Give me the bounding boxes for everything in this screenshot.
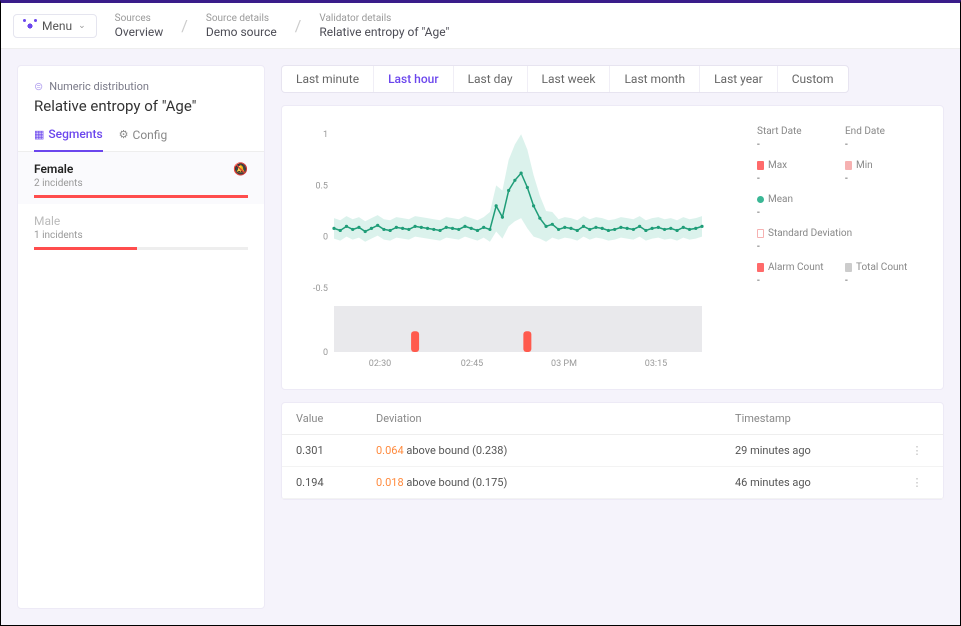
col-timestamp: Timestamp [735, 412, 905, 425]
segment-incidents: 2 incidents [34, 178, 248, 189]
time-tab-last-year[interactable]: Last year [700, 66, 778, 92]
cell-value: 0.194 [296, 476, 376, 489]
main-content: ⊜ Numeric distribution Relative entropy … [1, 49, 960, 625]
breadcrumb[interactable]: Sources Overview [115, 13, 164, 39]
app-logo-icon [24, 20, 36, 32]
stat-pip-icon [757, 196, 764, 203]
config-icon: ⚙ [119, 128, 129, 141]
time-range-tabs: Last minuteLast hourLast dayLast weekLas… [281, 65, 849, 93]
segment-item[interactable]: 🔕Female 2 incidents [18, 152, 264, 204]
cell-deviation: 0.018 above bound (0.175) [376, 476, 735, 489]
stat-std: Standard Deviation- [757, 228, 927, 252]
svg-text:0: 0 [323, 233, 328, 243]
breadcrumb-separator: / [295, 16, 302, 35]
breadcrumb-separator: / [181, 16, 188, 35]
stat-pip-icon [757, 229, 764, 238]
incidents-table: Value Deviation Timestamp 0.3010.064 abo… [281, 402, 944, 500]
cell-timestamp: 46 minutes ago [735, 476, 905, 489]
time-tab-last-hour[interactable]: Last hour [374, 66, 454, 92]
cell-timestamp: 29 minutes ago [735, 444, 905, 457]
time-tab-last-month[interactable]: Last month [610, 66, 700, 92]
segment-name: Female [34, 162, 248, 176]
table-header: Value Deviation Timestamp [282, 403, 943, 435]
breadcrumb[interactable]: Validator details Relative entropy of "A… [319, 13, 449, 39]
stat-start_date: Start Date- [757, 126, 839, 150]
time-tab-last-minute[interactable]: Last minute [282, 66, 374, 92]
svg-text:1: 1 [323, 130, 328, 140]
row-menu-icon[interactable]: ⋮ [905, 476, 929, 489]
segment-bar [34, 195, 248, 198]
menu-label: Menu [42, 19, 72, 33]
cell-value: 0.301 [296, 444, 376, 457]
stat-mean: Mean- [757, 194, 927, 218]
table-row[interactable]: 0.1940.018 above bound (0.175)46 minutes… [282, 467, 943, 499]
validator-type: ⊜ Numeric distribution [34, 80, 248, 93]
stat-max: Max- [757, 160, 839, 184]
stat-pip-icon [757, 161, 764, 170]
svg-text:03:15: 03:15 [645, 359, 667, 369]
distribution-icon: ⊜ [34, 80, 43, 93]
validator-title: Relative entropy of "Age" [34, 97, 248, 115]
row-menu-icon[interactable]: ⋮ [905, 444, 929, 457]
cell-deviation: 0.064 above bound (0.238) [376, 444, 735, 457]
stat-total: Total Count- [845, 262, 927, 286]
time-tab-last-week[interactable]: Last week [528, 66, 611, 92]
segment-incidents: 1 incidents [34, 230, 248, 241]
segments-icon: ▦ [34, 128, 44, 141]
segment-item[interactable]: Male 1 incidents [18, 204, 264, 256]
svg-text:-0.5: -0.5 [313, 284, 328, 294]
svg-text:0.5: 0.5 [316, 181, 329, 191]
side-tab-segments[interactable]: ▦Segments [34, 127, 103, 152]
breadcrumb[interactable]: Source details Demo source [206, 13, 277, 39]
chart-area: -0.5 0 0.5 1 0 02:30 02:45 03 PM 03:15 [298, 118, 745, 381]
side-tab-config[interactable]: ⚙Config [119, 127, 168, 151]
segments-list: 🔕Female 2 incidents Male 1 incidents [18, 152, 264, 256]
chart-stats: Start Date-End Date-Max-Min- Mean- Standar… [757, 118, 927, 381]
stat-min: Min- [845, 160, 927, 184]
svg-text:03 PM: 03 PM [551, 359, 577, 369]
topbar: Menu ⌄ Sources Overview / Source details… [1, 3, 960, 49]
svg-text:02:45: 02:45 [461, 359, 483, 369]
stat-pip-icon [757, 263, 764, 272]
svg-text:0: 0 [323, 348, 328, 358]
menu-button[interactable]: Menu ⌄ [13, 14, 97, 38]
validator-side-panel: ⊜ Numeric distribution Relative entropy … [17, 65, 265, 609]
segment-name: Male [34, 214, 248, 228]
stat-alarm: Alarm Count- [757, 262, 839, 286]
col-deviation: Deviation [376, 412, 735, 425]
segment-bar [34, 247, 248, 250]
stat-end_date: End Date- [845, 126, 927, 150]
mute-icon[interactable]: 🔕 [233, 162, 248, 176]
side-tabs: ▦Segments ⚙Config [18, 115, 264, 152]
chart-card: -0.5 0 0.5 1 0 02:30 02:45 03 PM 03:15 Start Dat… [281, 105, 944, 390]
time-tab-custom[interactable]: Custom [778, 66, 848, 92]
table-row[interactable]: 0.3010.064 above bound (0.238)29 minutes… [282, 435, 943, 467]
metrics-chart[interactable]: -0.5 0 0.5 1 0 02:30 02:45 03 PM 03:15 [298, 118, 708, 378]
stat-pip-icon [845, 161, 852, 170]
time-tab-last-day[interactable]: Last day [454, 66, 528, 92]
stat-pip-icon [845, 263, 852, 272]
col-value: Value [296, 412, 376, 425]
right-column: Last minuteLast hourLast dayLast weekLas… [281, 65, 944, 609]
svg-text:02:30: 02:30 [369, 359, 391, 369]
chevron-down-icon: ⌄ [78, 21, 86, 31]
